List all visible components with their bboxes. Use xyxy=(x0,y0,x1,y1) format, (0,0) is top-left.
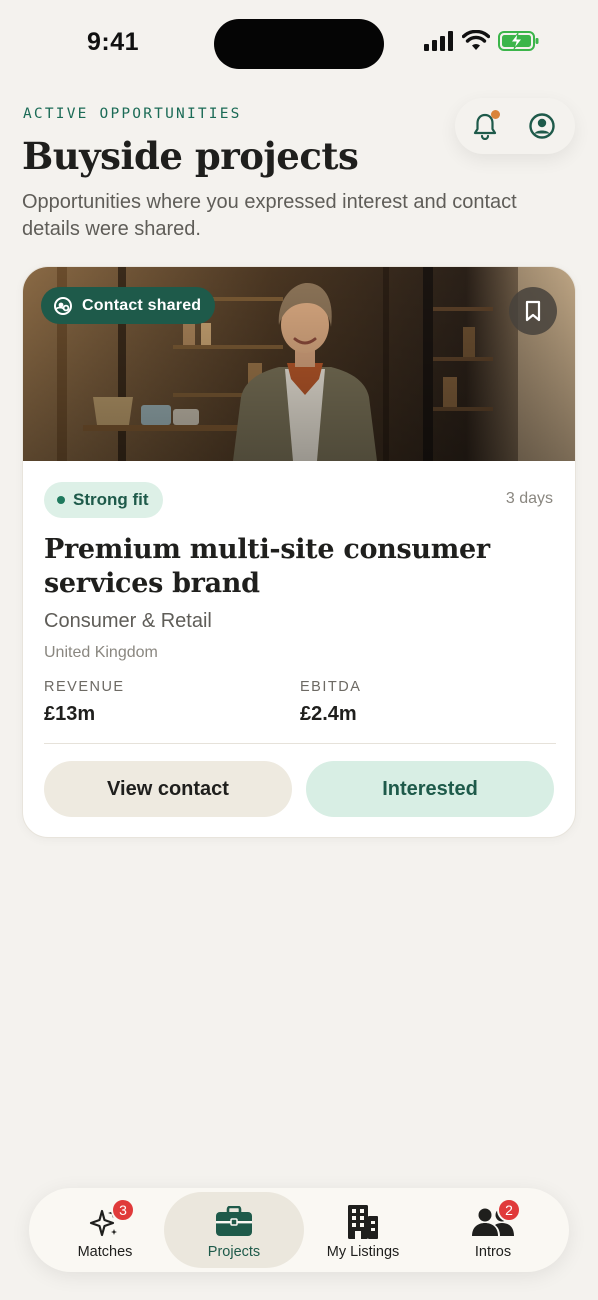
nav-item-projects[interactable]: Projects xyxy=(164,1192,304,1268)
view-contact-button[interactable]: View contact xyxy=(44,761,292,817)
matches-badge: 3 xyxy=(111,1198,135,1222)
interested-button[interactable]: Interested xyxy=(306,761,554,817)
page-eyebrow: ACTIVE OPPORTUNITIES xyxy=(23,106,242,122)
card-divider xyxy=(44,743,556,744)
cellular-signal-icon xyxy=(424,31,453,51)
fit-badge: Strong fit xyxy=(44,482,163,518)
bookmark-button[interactable] xyxy=(509,287,557,335)
nav-label-matches: Matches xyxy=(77,1244,133,1260)
bottom-nav: 3 Matches Projects My Listings 2 Intros xyxy=(29,1188,569,1272)
notifications-button[interactable] xyxy=(467,108,503,144)
opportunity-country: United Kingdom xyxy=(44,644,158,661)
header-actions xyxy=(455,98,575,154)
ebitda-label: EBITDA xyxy=(300,679,362,695)
revenue-label: REVENUE xyxy=(44,679,125,695)
contact-shared-label: Contact shared xyxy=(82,296,202,314)
notification-dot xyxy=(491,110,500,119)
nav-item-intros[interactable]: 2 Intros xyxy=(423,1192,563,1268)
fit-label: Strong fit xyxy=(73,490,149,509)
nav-label-projects: Projects xyxy=(207,1244,261,1260)
profile-button[interactable] xyxy=(524,108,560,144)
page-title: Buyside projects xyxy=(22,134,359,178)
nav-label-intros: Intros xyxy=(474,1244,512,1260)
opportunity-card[interactable]: Contact shared Strong fit 3 days Premium… xyxy=(22,266,576,838)
battery-charging-icon xyxy=(498,31,539,51)
handshake-icon xyxy=(54,296,72,315)
opportunity-title[interactable]: Premium multi-site consumer services bra… xyxy=(44,533,544,601)
revenue-value: £13m xyxy=(44,703,96,725)
intros-badge: 2 xyxy=(497,1198,521,1222)
user-circle-icon xyxy=(529,113,555,139)
status-time: 9:41 xyxy=(87,28,140,56)
building-icon xyxy=(348,1205,378,1239)
fit-dot xyxy=(57,496,65,504)
contact-shared-badge: Contact shared xyxy=(41,287,216,324)
briefcase-icon xyxy=(216,1206,252,1236)
wifi-icon xyxy=(462,30,490,50)
opportunity-sector: Consumer & Retail xyxy=(44,610,212,632)
business-owner-photo: Contact shared xyxy=(23,267,575,461)
nav-label-my-listings: My Listings xyxy=(326,1244,400,1260)
status-icons xyxy=(424,30,540,52)
dynamic-island xyxy=(214,19,384,69)
bookmark-icon xyxy=(525,300,541,322)
page-subtitle: Opportunities where you expressed intere… xyxy=(22,191,517,240)
nav-item-my-listings[interactable]: My Listings xyxy=(293,1192,433,1268)
status-bar: 9:41 xyxy=(0,0,598,90)
ebitda-value: £2.4m xyxy=(300,703,357,725)
nav-item-matches[interactable]: 3 Matches xyxy=(35,1192,175,1268)
listing-age: 3 days xyxy=(505,490,553,507)
